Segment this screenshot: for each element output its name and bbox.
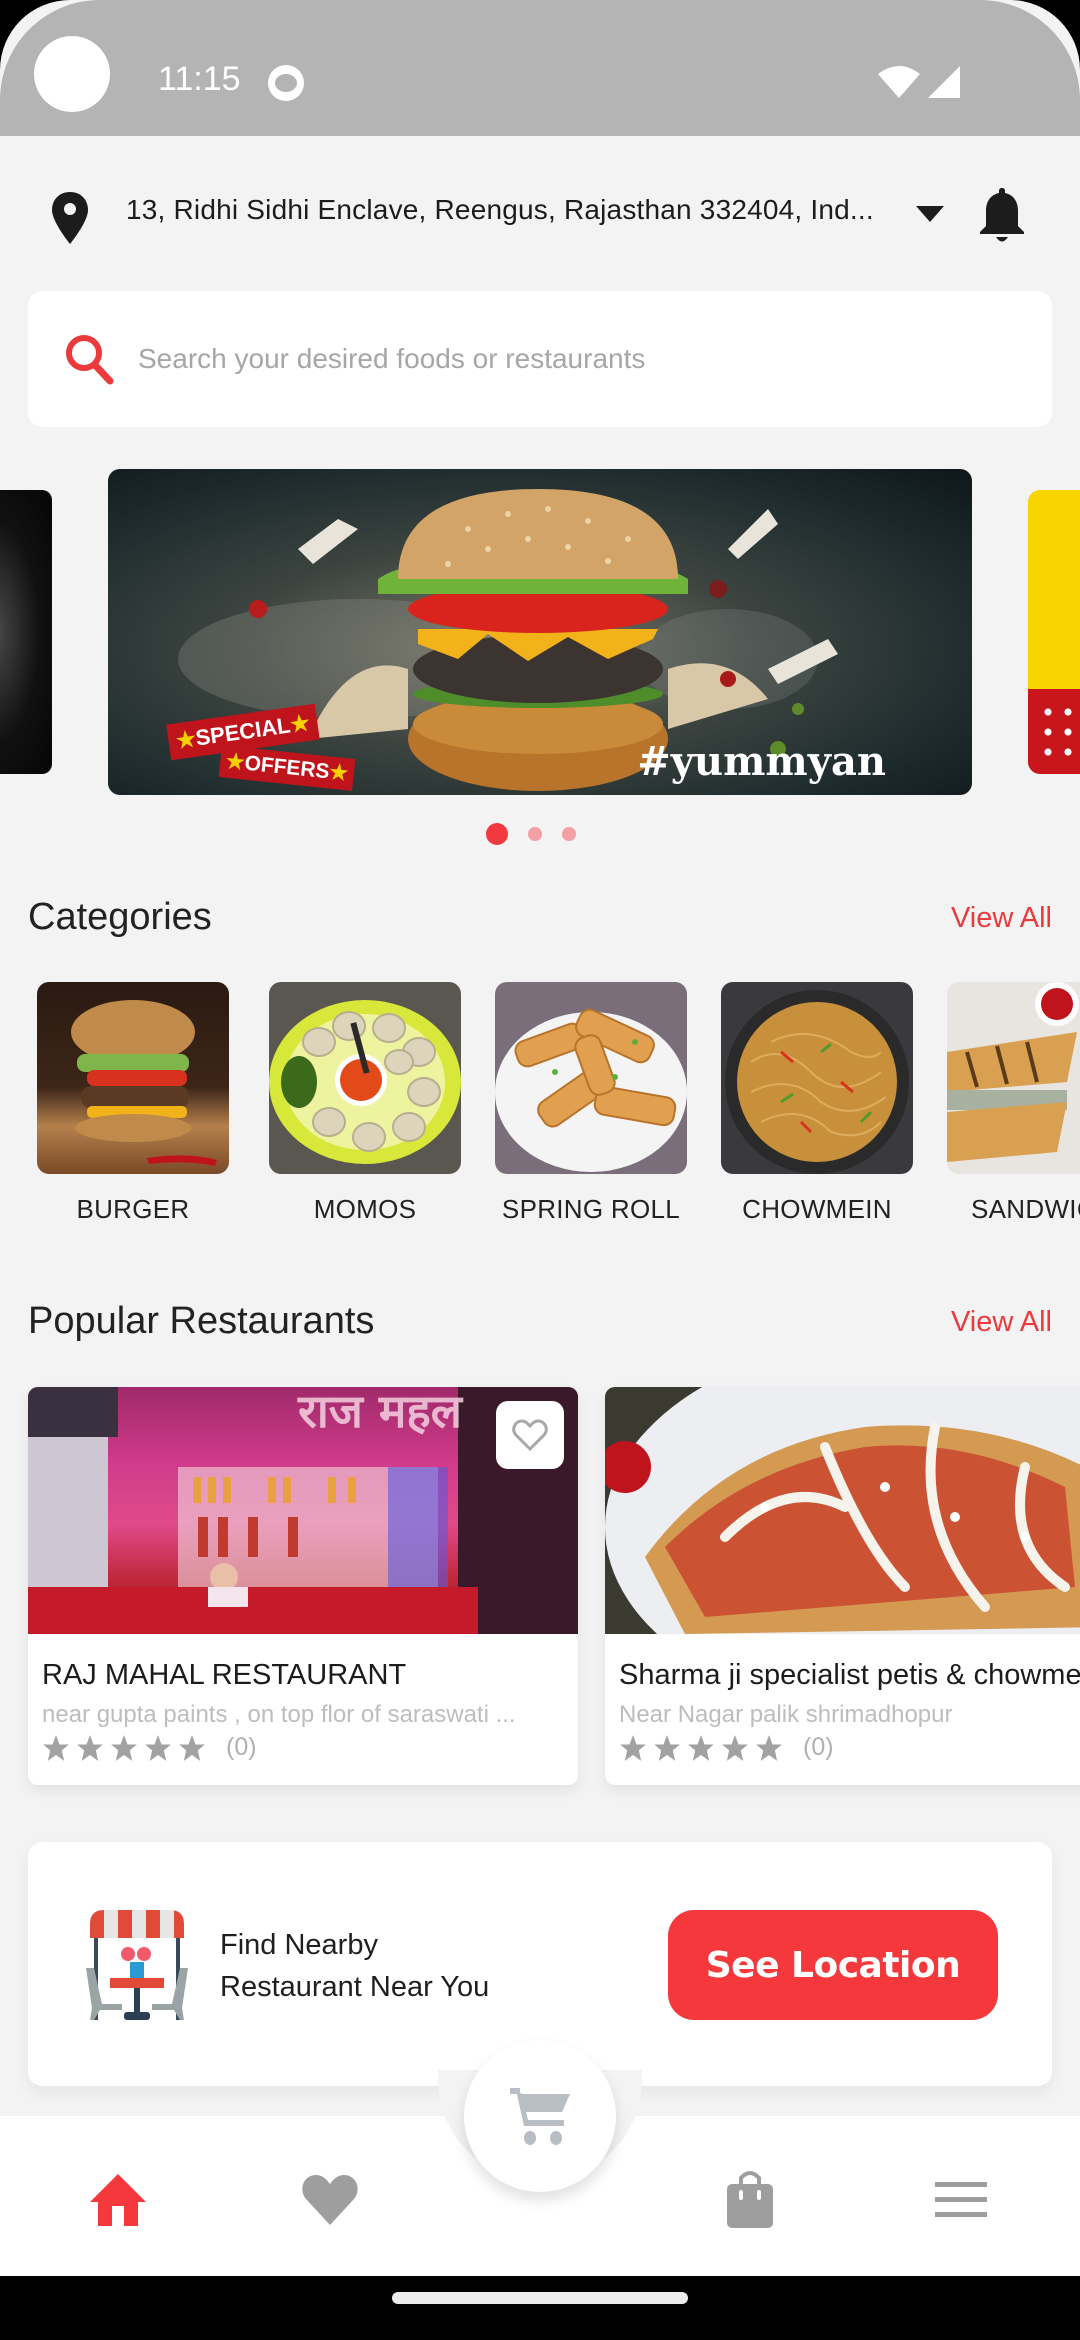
caret-down-icon[interactable] — [916, 206, 944, 222]
star-icon — [722, 1734, 748, 1761]
restaurant-address: near gupta paints , on top flor of saras… — [42, 1701, 516, 1728]
nav-home[interactable] — [86, 2168, 150, 2232]
home-gesture-handle[interactable] — [392, 2292, 688, 2304]
banner-tagline: #yummyan — [637, 738, 886, 785]
star-icon — [688, 1734, 714, 1761]
banner-slide-previous[interactable] — [0, 490, 52, 774]
star-icon — [756, 1734, 782, 1761]
cart-icon — [510, 2088, 570, 2145]
bell-icon[interactable] — [976, 184, 1028, 246]
categories-view-all-link[interactable]: View All — [951, 902, 1052, 935]
see-location-button[interactable]: See Location — [668, 1910, 998, 2020]
nav-favorites[interactable] — [298, 2168, 362, 2232]
star-icon — [179, 1734, 205, 1761]
search-bar[interactable] — [28, 291, 1052, 427]
status-time: 11:15 — [158, 60, 241, 98]
category-label: SPRING ROLL — [501, 1194, 681, 1224]
category-sandwich[interactable]: SANDWICH — [946, 982, 1080, 1225]
restaurants-view-all-link[interactable]: View All — [951, 1306, 1052, 1339]
star-icon — [43, 1734, 69, 1761]
restaurant-rating: (0) — [42, 1733, 257, 1762]
category-image — [269, 982, 461, 1174]
carousel-indicator — [486, 822, 576, 846]
banner-slide-next[interactable] — [1028, 490, 1080, 774]
shopping-bag-icon — [727, 2171, 773, 2228]
category-label: MOMOS — [313, 1194, 417, 1224]
restaurant-card-raj-mahal[interactable]: राज महल RAJ MAHAL RESTAURANT near gupta … — [28, 1387, 578, 1785]
system-gesture-bar — [0, 2276, 1080, 2340]
star-icon — [111, 1734, 137, 1761]
star-icon — [77, 1734, 103, 1761]
popular-restaurants-title: Popular Restaurants — [28, 1300, 375, 1342]
find-nearby-line1: Find Nearby — [220, 1929, 378, 1961]
wifi-icon — [878, 66, 920, 98]
category-spring-roll[interactable]: SPRING ROLL — [494, 982, 688, 1225]
nav-menu[interactable] — [929, 2168, 993, 2232]
signal-icon — [928, 66, 960, 98]
delivery-address[interactable]: 13, Ridhi Sidhi Enclave, Reengus, Rajast… — [126, 194, 874, 226]
category-label: CHOWMEIN — [742, 1194, 892, 1224]
camera-cutout — [34, 36, 110, 112]
restaurant-rating: (0) — [619, 1733, 834, 1762]
category-image — [947, 982, 1080, 1174]
star-icon — [620, 1734, 646, 1761]
carousel-dot-2[interactable] — [528, 827, 542, 841]
carousel-dot-3[interactable] — [562, 827, 576, 841]
star-icon — [145, 1734, 171, 1761]
category-image — [721, 982, 913, 1174]
find-nearby-line2: Restaurant Near You — [220, 1971, 490, 2003]
restaurant-address: Near Nagar palik shrimadhopur — [619, 1701, 953, 1728]
app-screen: 11:15 13, Ridhi Sidhi Enclave, Reengus, … — [0, 0, 1080, 2340]
status-bar: 11:15 — [0, 0, 1080, 136]
search-icon — [66, 335, 114, 385]
category-label: BURGER — [76, 1194, 190, 1224]
home-icon — [90, 2174, 146, 2226]
restaurant-card-sharma-ji[interactable]: Sharma ji specialist petis & chowmein Ne… — [605, 1387, 1080, 1785]
app-notification-icon — [268, 65, 304, 101]
category-image — [37, 982, 229, 1174]
heart-icon — [302, 2175, 358, 2225]
category-burger[interactable]: BURGER — [36, 982, 230, 1225]
category-label: SANDWICH — [971, 1194, 1080, 1224]
rating-count: (0) — [226, 1733, 257, 1761]
search-input[interactable] — [138, 329, 1018, 389]
categories-title: Categories — [28, 896, 212, 938]
menu-icon — [935, 2182, 987, 2217]
category-list: BURGER MOMOS SPRING ROLL CHOWMEIN SANDWI — [0, 982, 1080, 1232]
nav-orders[interactable] — [718, 2168, 782, 2232]
restaurant-name: RAJ MAHAL RESTAURANT — [42, 1659, 407, 1691]
restaurant-name: Sharma ji specialist petis & chowmein — [619, 1659, 1080, 1691]
star-icon — [654, 1734, 680, 1761]
rating-count: (0) — [803, 1733, 834, 1761]
category-image — [495, 982, 687, 1174]
restaurant-photo — [605, 1387, 1080, 1634]
find-nearby-text: Find Nearby Restaurant Near You — [220, 1924, 489, 2008]
heart-outline-icon — [512, 1419, 548, 1452]
banner-slide-special-offers[interactable]: ★SPECIAL★ ★OFFERS★ #yummyan — [108, 469, 972, 795]
carousel-dot-1[interactable] — [486, 823, 508, 845]
favorite-button[interactable] — [496, 1401, 564, 1469]
location-selector[interactable]: 13, Ridhi Sidhi Enclave, Reengus, Rajast… — [0, 170, 1080, 256]
svg-text:राज महल: राज महल — [297, 1387, 464, 1438]
restaurant-table-icon — [86, 1910, 188, 2020]
category-momos[interactable]: MOMOS — [268, 982, 462, 1225]
map-pin-icon — [52, 192, 88, 244]
category-chowmein[interactable]: CHOWMEIN — [720, 982, 914, 1225]
cart-button[interactable] — [464, 2040, 616, 2192]
